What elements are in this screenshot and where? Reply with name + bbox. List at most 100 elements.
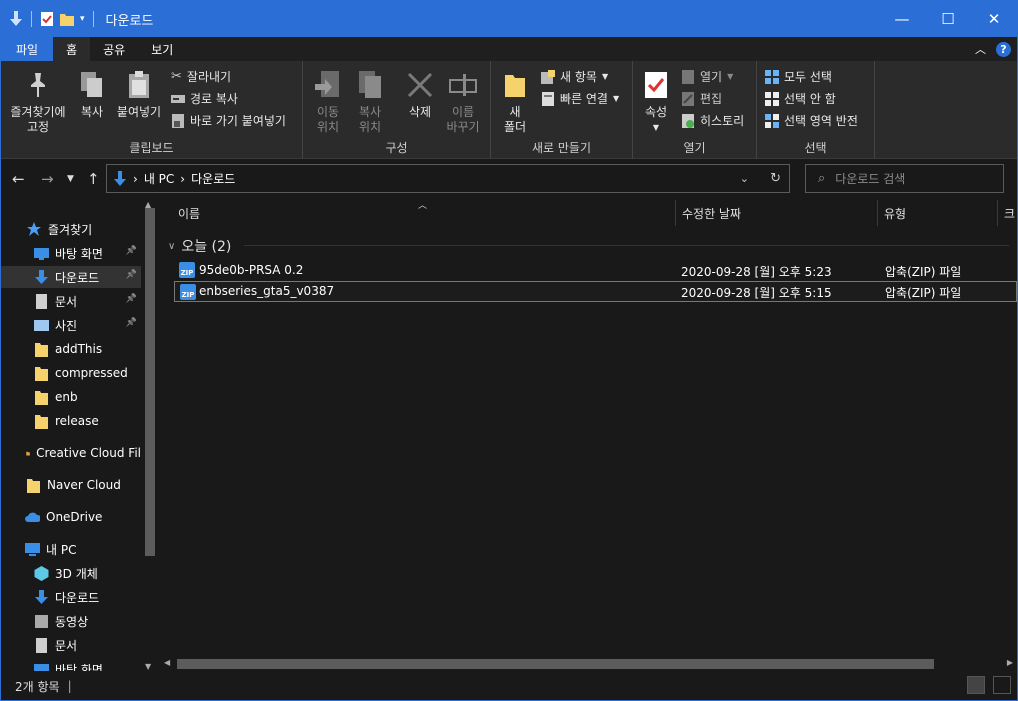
forward-arrow-icon[interactable]: → <box>41 170 54 188</box>
select-none-button[interactable]: 선택 안 함 <box>765 90 836 107</box>
group-header-today[interactable]: ∨ 오늘 (2) <box>168 236 231 256</box>
copy-icon <box>77 69 107 101</box>
copy-path-button[interactable]: 경로 복사 <box>171 90 238 107</box>
maximize-button[interactable]: ☐ <box>925 1 971 37</box>
tab-view[interactable]: 보기 <box>138 37 186 61</box>
properties-check-icon[interactable] <box>40 11 54 27</box>
sidebar-scrollbar[interactable]: ▲ ▼ <box>142 200 158 671</box>
file-name: enbseries_gta5_v0387 <box>199 284 335 298</box>
pin-to-quick-access-button[interactable]: 즐겨찾기에 고정 <box>7 69 69 135</box>
column-date[interactable]: 수정한 날짜 <box>682 200 741 226</box>
search-box[interactable]: ⌕ 다운로드 검색 <box>805 164 1004 193</box>
sidebar-item[interactable]: compressed <box>1 362 141 384</box>
close-button[interactable]: ✕ <box>971 1 1017 37</box>
file-row-selected[interactable]: ZIP enbseries_gta5_v0387 2020-09-28 [월] … <box>174 281 1017 302</box>
new-folder-button[interactable]: 새 폴더 <box>499 69 531 135</box>
organize-group-label: 구성 <box>385 141 408 155</box>
ribbon-tabs: 파일 홈 공유 보기 ︿ ? <box>1 37 1017 61</box>
column-divider[interactable] <box>877 200 878 226</box>
breadcrumb-downloads[interactable]: 다운로드 <box>191 170 235 187</box>
scroll-down-icon[interactable]: ▼ <box>145 662 151 671</box>
new-folder-icon[interactable] <box>60 11 74 27</box>
move-to-button[interactable]: 이동 위치 <box>311 69 345 135</box>
minimize-button[interactable]: — <box>879 1 925 37</box>
sidebar-item[interactable]: 문서 📌 <box>1 290 141 312</box>
breadcrumb-my-pc[interactable]: 내 PC <box>144 170 174 187</box>
column-type[interactable]: 유형 <box>884 200 906 226</box>
sidebar-item[interactable]: 동영상 <box>1 610 141 632</box>
column-size[interactable]: 크 <box>1004 200 1015 226</box>
sidebar-item[interactable]: OneDrive <box>1 506 141 528</box>
sidebar-item[interactable]: Naver Cloud <box>1 474 141 496</box>
tab-share[interactable]: 공유 <box>90 37 138 61</box>
new-item-button[interactable]: 새 항목 ▼ <box>541 68 608 85</box>
sidebar-item[interactable]: 다운로드 <box>1 586 141 608</box>
sidebar-item[interactable]: 문서 <box>1 634 141 656</box>
rename-icon <box>448 69 478 101</box>
horizontal-scroll-thumb[interactable] <box>177 659 934 669</box>
large-icons-view-icon[interactable] <box>993 676 1011 694</box>
paste-shortcut-button[interactable]: 바로 가기 붙여넣기 <box>171 112 286 129</box>
address-history-chevron-icon[interactable]: ⌄ <box>740 172 749 185</box>
explorer-window: ▾ 다운로드 — ☐ ✕ 파일 홈 공유 보기 ︿ ? 즐겨찾기에 고정 복사 … <box>0 0 1018 701</box>
history-label: 히스토리 <box>700 114 745 128</box>
properties-button[interactable]: 속성 ▼ <box>641 69 671 135</box>
cut-button[interactable]: ✂ 잘라내기 <box>171 68 231 85</box>
breadcrumb-separator: › <box>180 171 186 186</box>
refresh-icon[interactable]: ↻ <box>770 171 781 186</box>
document-icon <box>36 293 47 309</box>
column-divider[interactable] <box>675 200 676 226</box>
download-arrow-icon[interactable] <box>9 11 23 27</box>
column-name[interactable]: 이름 <box>178 200 200 226</box>
sidebar-item[interactable]: 바탕 화면 📌 <box>1 242 141 264</box>
horizontal-scrollbar[interactable]: ◀ ▶ <box>160 656 1017 672</box>
rename-button[interactable]: 이름 바꾸기 <box>443 69 483 135</box>
properties-label: 속성 <box>644 105 668 119</box>
copy-button[interactable]: 복사 <box>76 69 108 120</box>
scroll-right-icon[interactable]: ▶ <box>1007 658 1013 667</box>
easy-access-button[interactable]: 빠른 연결 ▼ <box>541 90 619 107</box>
pin-label: 즐겨찾기에 고정 <box>10 105 66 134</box>
up-arrow-icon[interactable]: ↑ <box>87 170 100 188</box>
select-all-button[interactable]: 모두 선택 <box>765 68 832 85</box>
history-button[interactable]: 히스토리 <box>681 112 744 129</box>
delete-button[interactable]: 삭제 <box>403 69 437 120</box>
sidebar-item[interactable]: 내 PC <box>1 538 141 560</box>
collapse-ribbon-icon[interactable]: ︿ <box>975 41 986 57</box>
sidebar-item[interactable]: addThis <box>1 338 141 360</box>
tab-file[interactable]: 파일 <box>1 37 54 61</box>
sidebar-scroll-thumb[interactable] <box>145 208 155 556</box>
recent-locations-chevron-icon[interactable]: ▼ <box>67 174 74 184</box>
sidebar-item[interactable]: Creative Cloud Fil <box>1 442 141 464</box>
customize-toolbar-icon[interactable]: ▾ <box>80 14 85 24</box>
file-type: 압축(ZIP) 파일 <box>885 286 962 300</box>
rename-label: 이름 바꾸기 <box>446 105 480 134</box>
organize-group: 이동 위치 복사 위치 삭제 이름 바꾸기 구성 <box>303 61 491 159</box>
details-view-icon[interactable] <box>967 676 985 694</box>
properties-icon <box>641 69 671 101</box>
copy-to-button[interactable]: 복사 위치 <box>353 69 387 135</box>
sidebar-item[interactable]: 바탕 화면 <box>1 658 141 671</box>
sidebar-item[interactable]: 즐겨찾기 <box>1 218 141 240</box>
edit-button[interactable]: 편집 <box>681 90 722 107</box>
sidebar-item[interactable]: release <box>1 410 141 432</box>
paste-shortcut-label: 바로 가기 붙여넣기 <box>190 114 286 128</box>
open-button[interactable]: 열기 ▼ <box>681 68 733 85</box>
address-bar[interactable]: › 내 PC › 다운로드 ⌄ ↻ <box>106 164 790 193</box>
paste-button[interactable]: 붙여넣기 <box>113 69 165 120</box>
help-icon[interactable]: ? <box>996 41 1011 57</box>
chevron-down-icon: ▼ <box>652 123 660 132</box>
scroll-left-icon[interactable]: ◀ <box>164 658 170 667</box>
invert-selection-icon <box>765 113 779 128</box>
svg-text:ZIP: ZIP <box>182 291 195 299</box>
sidebar-item[interactable]: enb <box>1 386 141 408</box>
back-arrow-icon[interactable]: ← <box>12 170 25 188</box>
tab-home[interactable]: 홈 <box>53 37 91 61</box>
column-divider[interactable] <box>997 200 998 226</box>
sidebar-item[interactable]: 다운로드 📌 <box>1 266 141 288</box>
file-row[interactable]: ZIP 95de0b-PRSA 0.2 2020-09-28 [월] 오후 5:… <box>174 260 1017 281</box>
sidebar-item[interactable]: 3D 개체 <box>1 562 141 584</box>
sidebar-item[interactable]: 사진 📌 <box>1 314 141 336</box>
invert-selection-button[interactable]: 선택 영역 반전 <box>765 112 858 129</box>
open-label: 열기 <box>700 70 723 84</box>
